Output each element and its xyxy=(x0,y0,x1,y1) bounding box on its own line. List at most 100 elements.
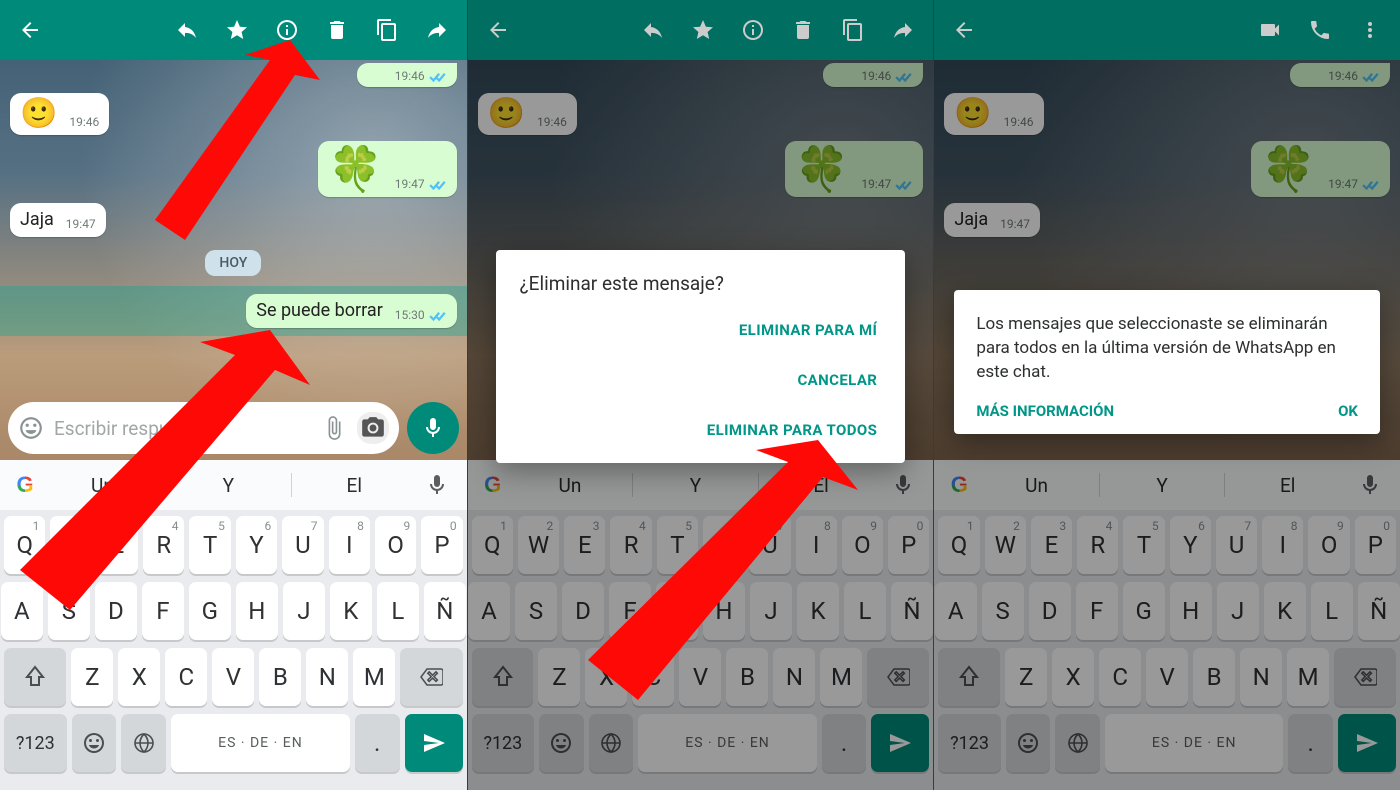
key-I[interactable]: 8I xyxy=(329,516,370,574)
delete-for-all-button[interactable]: ELIMINAR PARA TODOS xyxy=(520,405,882,455)
key-B[interactable]: B xyxy=(1193,648,1235,706)
back-button[interactable] xyxy=(474,6,522,54)
delete-icon[interactable] xyxy=(779,6,827,54)
key-U[interactable]: 7U xyxy=(1216,516,1257,574)
key-O[interactable]: 9O xyxy=(842,516,883,574)
shift-key[interactable] xyxy=(938,648,1000,706)
key-P[interactable]: 0P xyxy=(421,516,462,574)
period-key[interactable]: . xyxy=(822,714,867,772)
key-Z[interactable]: Z xyxy=(1005,648,1047,706)
key-D[interactable]: D xyxy=(1029,582,1071,640)
key-B[interactable]: B xyxy=(259,648,301,706)
google-icon[interactable]: G xyxy=(10,470,40,500)
language-key[interactable] xyxy=(589,714,634,772)
key-I[interactable]: 8I xyxy=(796,516,837,574)
space-key[interactable]: ES · DE · EN xyxy=(171,714,350,772)
suggestion-word[interactable]: Y xyxy=(643,474,748,497)
key-Ñ[interactable]: Ñ xyxy=(424,582,466,640)
forward-icon[interactable] xyxy=(413,6,461,54)
key-H[interactable]: H xyxy=(703,582,745,640)
key-V[interactable]: V xyxy=(1146,648,1188,706)
key-I[interactable]: 8I xyxy=(1262,516,1303,574)
key-Z[interactable]: Z xyxy=(71,648,113,706)
reply-icon[interactable] xyxy=(163,6,211,54)
backspace-key[interactable] xyxy=(1334,648,1396,706)
key-B[interactable]: B xyxy=(726,648,768,706)
key-W[interactable]: 2W xyxy=(985,516,1026,574)
key-J[interactable]: J xyxy=(283,582,325,640)
suggestion-word[interactable]: Un xyxy=(518,474,623,497)
key-G[interactable]: G xyxy=(1123,582,1165,640)
key-K[interactable]: K xyxy=(330,582,372,640)
cancel-button[interactable]: CANCELAR xyxy=(520,355,882,405)
key-F[interactable]: F xyxy=(142,582,184,640)
delete-for-me-button[interactable]: ELIMINAR PARA MÍ xyxy=(520,305,882,355)
shift-key[interactable] xyxy=(472,648,534,706)
key-G[interactable]: G xyxy=(656,582,698,640)
key-Q[interactable]: 1Q xyxy=(938,516,979,574)
key-C[interactable]: C xyxy=(1099,648,1141,706)
key-H[interactable]: H xyxy=(236,582,278,640)
voice-typing-icon[interactable] xyxy=(417,465,457,505)
key-S[interactable]: S xyxy=(515,582,557,640)
key-T[interactable]: 5T xyxy=(189,516,230,574)
key-V[interactable]: V xyxy=(212,648,254,706)
key-R[interactable]: 4R xyxy=(143,516,184,574)
key-P[interactable]: 0P xyxy=(1355,516,1396,574)
google-icon[interactable]: G xyxy=(944,470,974,500)
key-G[interactable]: G xyxy=(189,582,231,640)
key-N[interactable]: N xyxy=(306,648,348,706)
key-A[interactable]: A xyxy=(1,582,43,640)
more-info-button[interactable]: MÁS INFORMACIÓN xyxy=(976,402,1114,420)
selected-message-row[interactable]: Se puede borrar 15:30 xyxy=(0,286,467,336)
back-button[interactable] xyxy=(940,6,988,54)
emoji-key[interactable] xyxy=(72,714,117,772)
key-Q[interactable]: 1Q xyxy=(472,516,513,574)
key-L[interactable]: L xyxy=(1311,582,1353,640)
voice-call-icon[interactable] xyxy=(1296,6,1344,54)
key-Ñ[interactable]: Ñ xyxy=(891,582,933,640)
key-J[interactable]: J xyxy=(750,582,792,640)
symbols-key[interactable]: ?123 xyxy=(472,714,534,772)
voice-typing-icon[interactable] xyxy=(1350,465,1390,505)
period-key[interactable]: . xyxy=(1288,714,1333,772)
forward-icon[interactable] xyxy=(879,6,927,54)
send-key[interactable] xyxy=(1338,714,1396,772)
key-K[interactable]: K xyxy=(797,582,839,640)
key-X[interactable]: X xyxy=(585,648,627,706)
key-D[interactable]: D xyxy=(562,582,604,640)
more-icon[interactable] xyxy=(1346,6,1394,54)
key-M[interactable]: M xyxy=(353,648,395,706)
camera-icon[interactable] xyxy=(357,412,389,444)
suggestion-word[interactable]: Y xyxy=(1110,474,1215,497)
suggestion-word[interactable]: Un xyxy=(984,474,1089,497)
attach-icon[interactable] xyxy=(321,415,347,441)
key-U[interactable]: 7U xyxy=(282,516,323,574)
key-Q[interactable]: 1Q xyxy=(4,516,45,574)
key-T[interactable]: 5T xyxy=(657,516,698,574)
key-L[interactable]: L xyxy=(844,582,886,640)
key-M[interactable]: M xyxy=(820,648,862,706)
backspace-key[interactable] xyxy=(400,648,462,706)
key-N[interactable]: N xyxy=(773,648,815,706)
key-N[interactable]: N xyxy=(1240,648,1282,706)
key-Ñ[interactable]: Ñ xyxy=(1358,582,1400,640)
key-C[interactable]: C xyxy=(632,648,674,706)
back-button[interactable] xyxy=(6,6,54,54)
suggestion-word[interactable]: Y xyxy=(176,474,281,497)
emoji-key[interactable] xyxy=(1006,714,1051,772)
star-icon[interactable] xyxy=(679,6,727,54)
message-input[interactable]: Escribir respuesta... xyxy=(8,402,399,454)
key-H[interactable]: H xyxy=(1170,582,1212,640)
mic-button[interactable] xyxy=(407,402,459,454)
key-E[interactable]: 3E xyxy=(564,516,605,574)
key-R[interactable]: 4R xyxy=(610,516,651,574)
key-F[interactable]: F xyxy=(1076,582,1118,640)
send-key[interactable] xyxy=(405,714,463,772)
suggestion-word[interactable]: El xyxy=(302,474,407,497)
key-A[interactable]: A xyxy=(468,582,510,640)
language-key[interactable] xyxy=(121,714,166,772)
message-bubble[interactable]: 🙂 19:46 xyxy=(10,93,109,135)
key-Z[interactable]: Z xyxy=(538,648,580,706)
key-C[interactable]: C xyxy=(165,648,207,706)
